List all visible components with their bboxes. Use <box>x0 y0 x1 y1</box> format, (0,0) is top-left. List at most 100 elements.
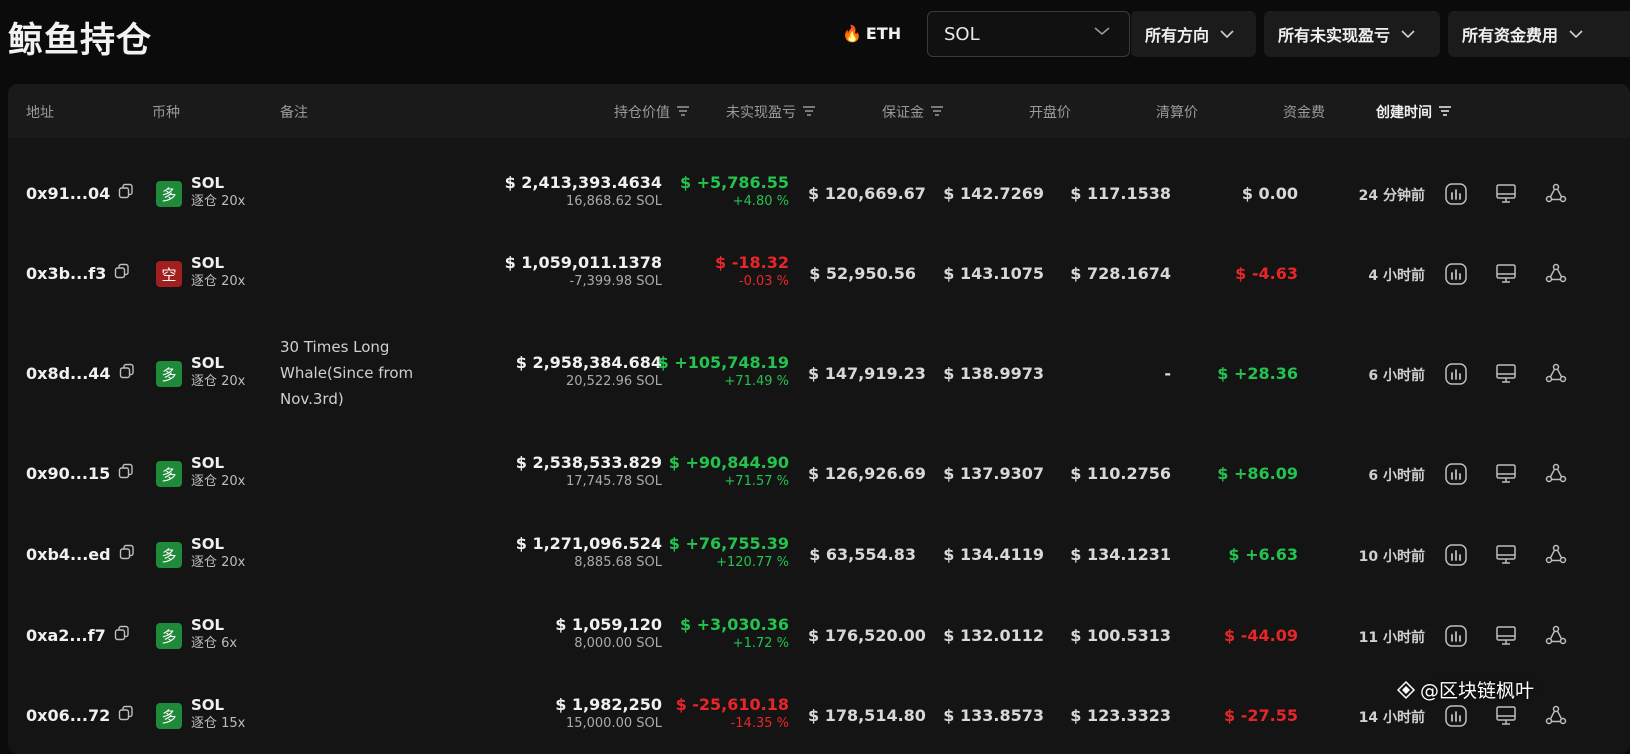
monitor-icon[interactable] <box>1492 702 1520 730</box>
row-leverage: 逐仓 20x <box>191 555 246 570</box>
col-address: 地址 <box>26 105 54 121</box>
table-header: 地址 币种 备注 持仓价值 未实现盈亏 保证金 开盘价 清算价 资金费 创建时间 <box>8 84 1630 138</box>
row-entry-price: $ 133.8573 <box>943 706 1044 725</box>
row-address[interactable]: 0xb4...ed <box>26 544 135 564</box>
row-coin-symbol: SOL <box>191 354 225 372</box>
row-qty: -7,399.98 SOL <box>569 274 662 289</box>
row-liq-price: $ 100.5313 <box>1070 626 1171 645</box>
chart-icon[interactable] <box>1442 541 1470 569</box>
chart-icon[interactable] <box>1442 180 1470 208</box>
table-row[interactable]: 0x90...15 多 SOL 逐仓 20x $ 2,538,533.829 1… <box>8 434 1630 514</box>
row-address[interactable]: 0x06...72 <box>26 705 134 725</box>
row-leverage: 逐仓 6x <box>191 636 238 651</box>
chart-icon[interactable] <box>1442 460 1470 488</box>
col-position-value[interactable]: 持仓价值 <box>568 102 690 122</box>
row-entry-price: $ 137.9307 <box>943 464 1044 483</box>
copy-icon[interactable] <box>118 705 134 725</box>
share-icon[interactable] <box>1542 180 1570 208</box>
row-coin: SOL 逐仓 20x <box>191 254 245 290</box>
row-coin: SOL 逐仓 6x <box>191 616 237 652</box>
share-icon[interactable] <box>1542 622 1570 650</box>
row-qty: 16,868.62 SOL <box>565 194 662 209</box>
row-funding: $ +6.63 <box>1228 545 1298 564</box>
table-row[interactable]: 0x8d...44 多 SOL 逐仓 20x 30 Times Long Wha… <box>8 314 1630 434</box>
monitor-icon[interactable] <box>1492 460 1520 488</box>
copy-icon[interactable] <box>118 183 134 203</box>
row-unrealized-pnl: $ -18.32 -0.03 % <box>648 253 789 289</box>
share-icon[interactable] <box>1542 360 1570 388</box>
row-address[interactable]: 0x3b...f3 <box>26 263 130 283</box>
row-liq-price: $ 110.2756 <box>1070 464 1171 483</box>
row-address-text: 0x8d...44 <box>26 363 111 383</box>
row-margin: $ 52,950.56 <box>809 264 916 283</box>
chart-icon[interactable] <box>1442 702 1470 730</box>
row-entry-price: $ 132.0112 <box>943 626 1044 645</box>
chart-icon[interactable] <box>1442 360 1470 388</box>
row-address[interactable]: 0x90...15 <box>26 463 134 483</box>
monitor-icon[interactable] <box>1492 360 1520 388</box>
monitor-icon[interactable] <box>1492 180 1520 208</box>
copy-icon[interactable] <box>118 463 134 483</box>
row-address[interactable]: 0x8d...44 <box>26 363 135 383</box>
row-funding: $ -27.55 <box>1224 706 1298 725</box>
col-coin: 币种 <box>152 105 180 121</box>
col-unrealized-pnl-label: 未实现盈亏 <box>726 105 796 121</box>
row-address[interactable]: 0x91...04 <box>26 183 134 203</box>
share-icon[interactable] <box>1542 702 1570 730</box>
watermark-text: @区块链枫叶 <box>1420 680 1535 702</box>
copy-icon[interactable] <box>114 625 130 645</box>
row-qty: 8,000.00 SOL <box>574 636 662 651</box>
monitor-icon[interactable] <box>1492 541 1520 569</box>
row-pnl-pct: +1.72 % <box>732 636 789 651</box>
table-row[interactable]: 0x3b...f3 空 SOL 逐仓 20x $ 1,059,011.1378 … <box>8 234 1630 314</box>
row-entry-price: $ 142.7269 <box>943 184 1044 203</box>
col-margin[interactable]: 保证金 <box>838 102 944 122</box>
share-icon[interactable] <box>1542 541 1570 569</box>
copy-icon[interactable] <box>119 363 135 383</box>
coin-select[interactable]: SOL <box>927 11 1130 57</box>
row-pnl-pct: +120.77 % <box>716 555 789 570</box>
side-badge: 多 <box>156 181 182 207</box>
row-qty: 20,522.96 SOL <box>565 374 662 389</box>
row-actions <box>1442 541 1570 569</box>
copy-icon[interactable] <box>114 263 130 283</box>
sort-icon <box>802 104 816 120</box>
col-unrealized-pnl[interactable]: 未实现盈亏 <box>688 102 816 122</box>
row-address[interactable]: 0xa2...f7 <box>26 625 130 645</box>
table-row[interactable]: 0x06...72 多 SOL 逐仓 15x $ 1,982,250 15,00… <box>8 676 1630 754</box>
eth-tab[interactable]: 🔥 ETH <box>842 24 901 43</box>
watermark-logo-icon <box>1396 680 1416 699</box>
row-value: $ 2,413,393.4634 <box>504 173 662 192</box>
row-address-text: 0x06...72 <box>26 705 111 725</box>
row-value: $ 2,538,533.829 <box>515 453 662 472</box>
row-pnl: $ -25,610.18 <box>675 695 789 714</box>
table-row[interactable]: 0xb4...ed 多 SOL 逐仓 20x $ 1,271,096.524 8… <box>8 514 1630 596</box>
monitor-icon[interactable] <box>1492 260 1520 288</box>
table-row[interactable]: 0xa2...f7 多 SOL 逐仓 6x $ 1,059,120 8,000.… <box>8 596 1630 676</box>
direction-filter[interactable]: 所有方向 <box>1131 11 1256 57</box>
col-created[interactable]: 创建时间 <box>1338 102 1452 122</box>
sort-icon <box>1438 104 1452 120</box>
share-icon[interactable] <box>1542 260 1570 288</box>
funding-filter-label: 所有资金费用 <box>1462 26 1559 45</box>
row-funding: $ +86.09 <box>1217 464 1298 483</box>
chart-icon[interactable] <box>1442 260 1470 288</box>
row-position-value: $ 1,982,250 15,000.00 SOL <box>448 695 662 731</box>
side-badge: 多 <box>156 461 182 487</box>
row-address-text: 0xb4...ed <box>26 544 111 564</box>
row-address-text: 0x90...15 <box>26 463 111 483</box>
share-icon[interactable] <box>1542 460 1570 488</box>
row-qty: 8,885.68 SOL <box>574 555 662 570</box>
sort-icon <box>930 104 944 120</box>
pnl-filter[interactable]: 所有未实现盈亏 <box>1264 11 1440 57</box>
monitor-icon[interactable] <box>1492 622 1520 650</box>
row-pnl: $ +3,030.36 <box>679 615 789 634</box>
table-row[interactable]: 0x91...04 多 SOL 逐仓 20x $ 2,413,393.4634 … <box>8 154 1630 234</box>
copy-icon[interactable] <box>119 544 135 564</box>
top-bar: 鲸鱼持仓 🔥 ETH SOL 所有方向 所有未实现盈亏 所有资金费用 <box>0 0 1630 80</box>
funding-filter[interactable]: 所有资金费用 <box>1448 11 1630 57</box>
whale-positions-table: 地址 币种 备注 持仓价值 未实现盈亏 保证金 开盘价 清算价 资金费 创建时间… <box>8 84 1630 754</box>
row-actions <box>1442 622 1570 650</box>
row-pnl: $ +5,786.55 <box>679 173 789 192</box>
chart-icon[interactable] <box>1442 622 1470 650</box>
